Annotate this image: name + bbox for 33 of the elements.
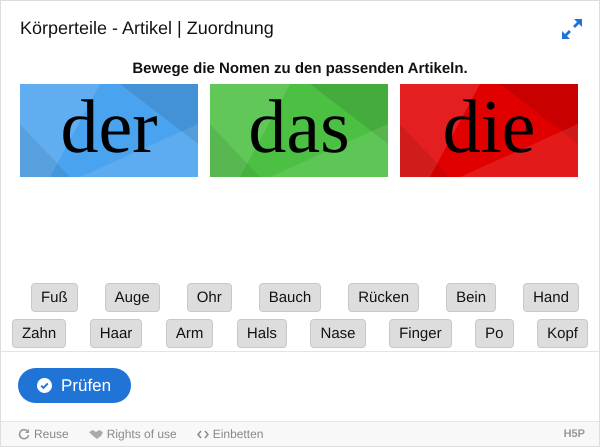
draggable-word[interactable]: Fuß <box>31 283 78 312</box>
draggable-word[interactable]: Hals <box>236 319 287 348</box>
draggable-word[interactable]: Finger <box>389 319 452 348</box>
drop-zone[interactable]: das <box>210 84 388 177</box>
article-label: das <box>248 88 350 164</box>
draggable-word[interactable]: Arm <box>166 319 214 348</box>
draggable-word[interactable]: Po <box>475 319 514 348</box>
draggable-word[interactable]: Ohr <box>186 283 232 312</box>
footer-link-label: Rights of use <box>106 427 177 441</box>
footer-link-label: Reuse <box>34 427 69 441</box>
check-button[interactable]: Prüfen <box>18 368 132 403</box>
handshake-icon <box>88 429 103 439</box>
fullscreen-icon[interactable] <box>561 18 583 40</box>
refresh-icon <box>18 428 30 440</box>
draggable-word[interactable]: Kopf <box>537 319 588 348</box>
footer-link-label: Einbetten <box>212 427 264 441</box>
article-label: die <box>442 88 536 164</box>
draggable-word[interactable]: Bein <box>446 283 496 312</box>
code-icon <box>196 430 209 438</box>
instruction-text: Bewege die Nomen zu den passenden Artikeln. <box>131 60 469 77</box>
draggable-word[interactable]: Zahn <box>12 319 66 348</box>
draggable-word[interactable]: Hand <box>523 283 579 312</box>
draggable-word[interactable]: Haar <box>90 319 142 348</box>
draggable-word[interactable]: Nase <box>310 319 366 348</box>
draggable-word[interactable]: Rücken <box>348 283 420 312</box>
check-circle-icon <box>37 378 52 393</box>
logo: H5P <box>564 428 585 440</box>
article-label: der <box>60 88 158 164</box>
draggable-word[interactable]: Bauch <box>258 283 322 312</box>
drop-zone[interactable]: die <box>400 84 578 177</box>
drop-zone[interactable]: der <box>20 84 198 177</box>
draggable-word[interactable]: Auge <box>104 283 160 312</box>
task-title: Körperteile - Artikel | Zuordnung <box>20 18 274 39</box>
